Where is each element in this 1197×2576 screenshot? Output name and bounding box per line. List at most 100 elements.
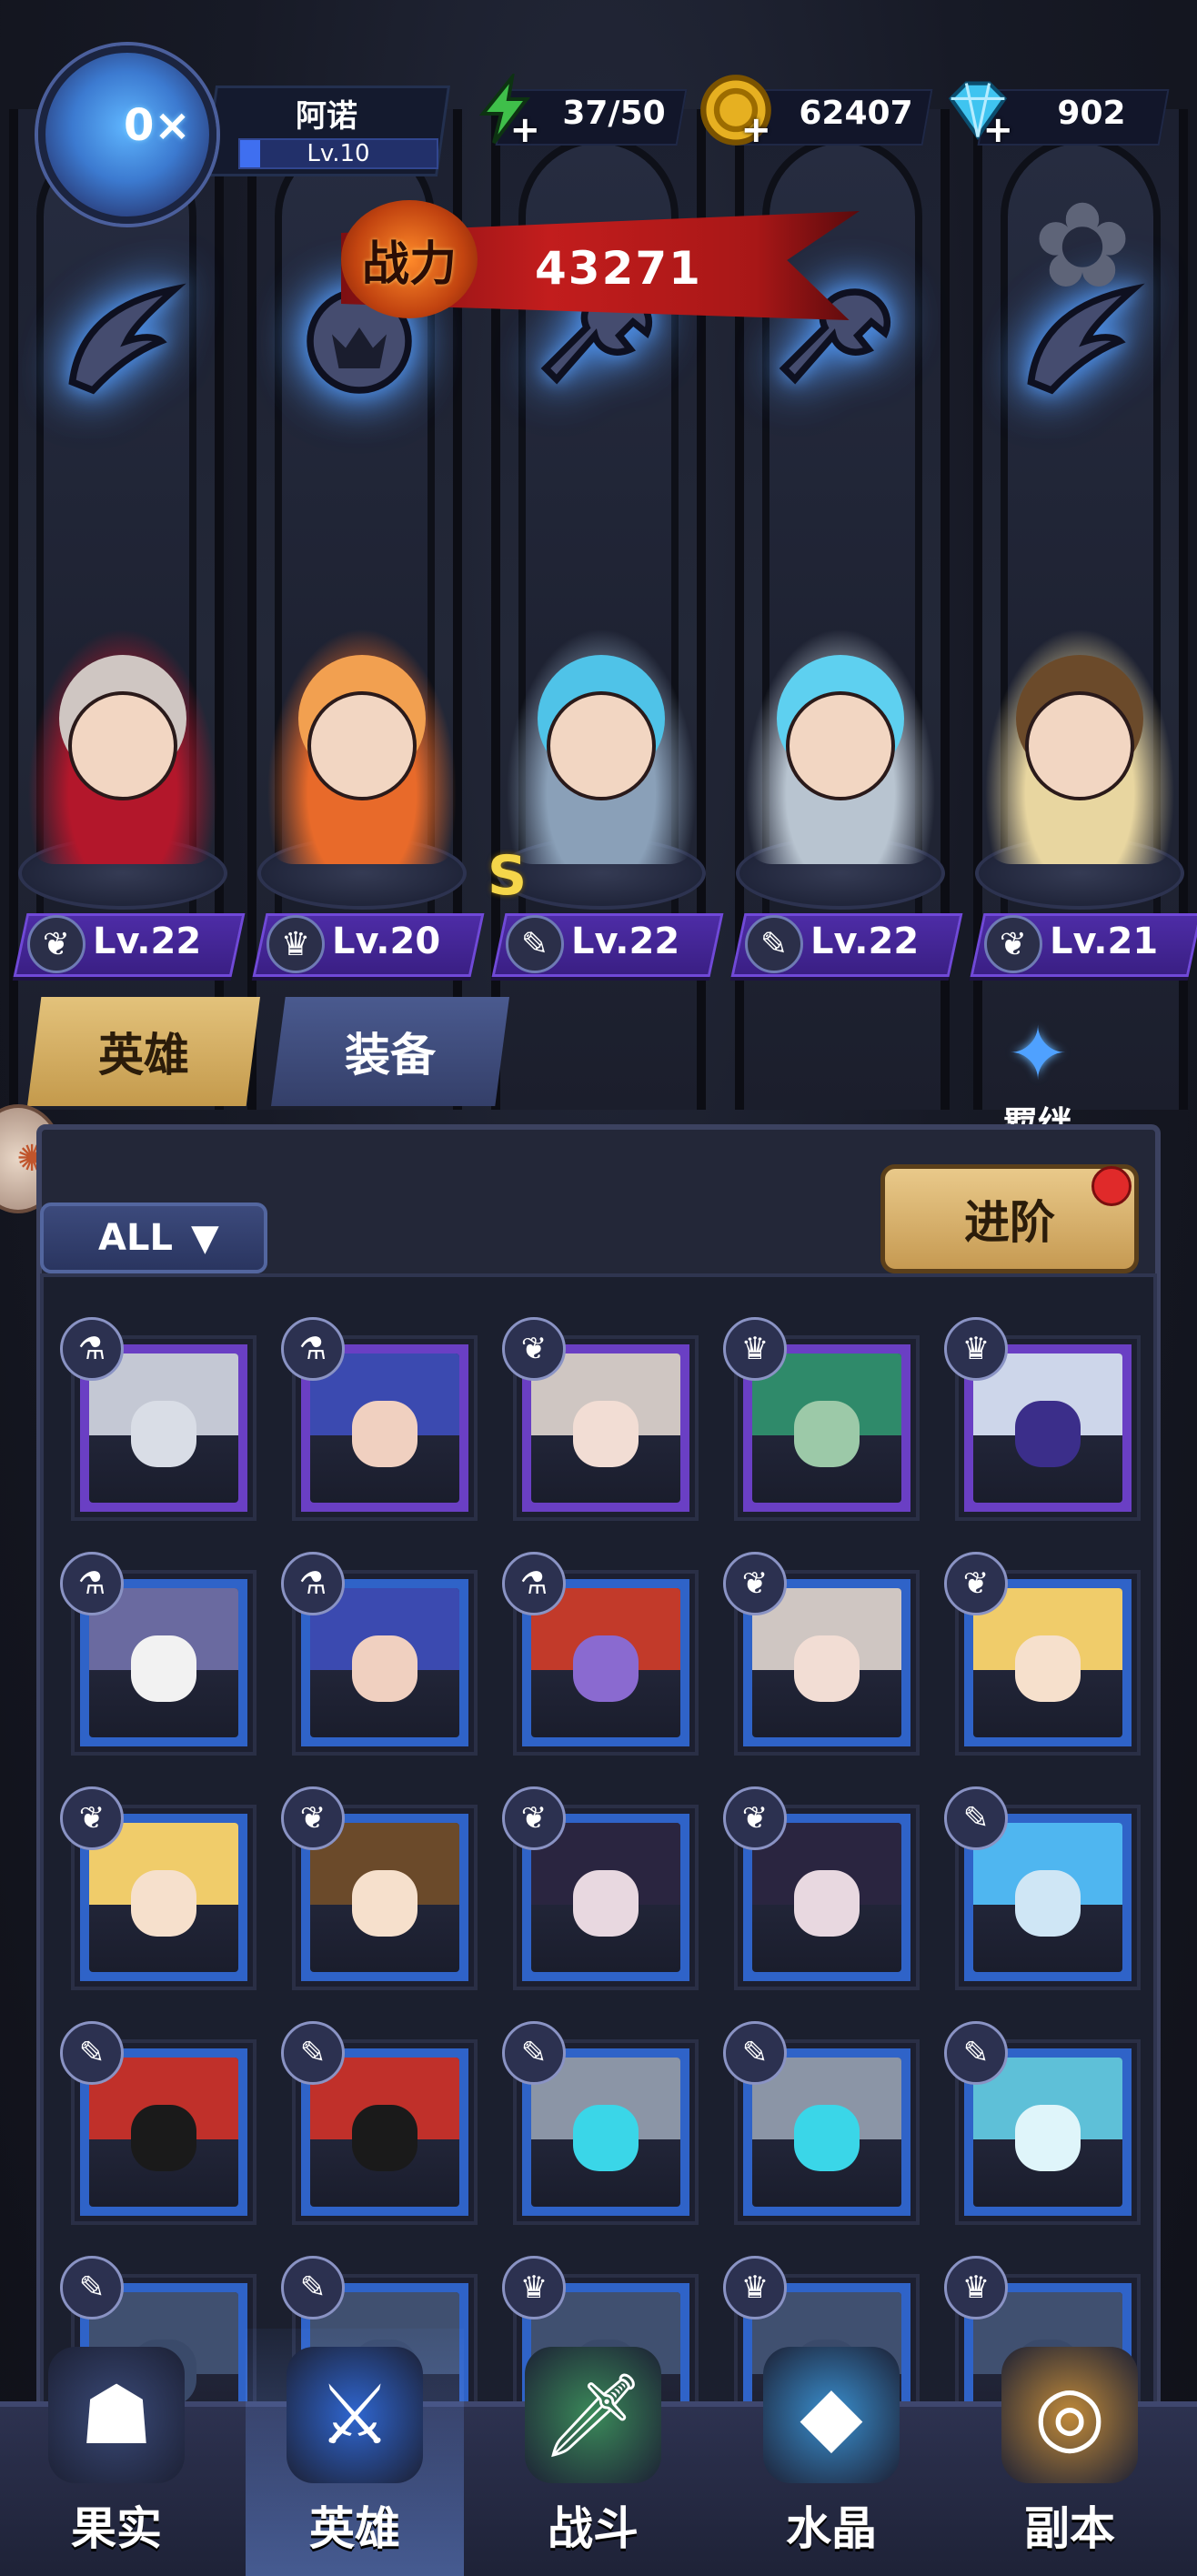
power-badge: 战力 [341,200,478,318]
hero-card[interactable]: ✎ [60,2021,253,2221]
nav-label: 果实 [71,2502,162,2555]
lineup-hero-4[interactable] [745,628,936,864]
tab-heroes[interactable]: 英雄 [27,997,260,1106]
hero-card[interactable]: ⚗ [502,1552,695,1752]
hero-portrait [89,2058,238,2207]
nav-item-hero-hat[interactable]: ⚔ 英雄 [246,2329,464,2576]
gems-value: 902 [1057,95,1126,132]
wrench-icon: ✎ [944,2021,1008,2085]
player-avatar[interactable]: 0× [38,45,216,224]
avatar-glyph: 0× [124,100,191,151]
chevron-down-icon: ▼ [190,1217,219,1259]
filter-dropdown[interactable]: ALL ▼ [40,1202,267,1273]
hero-screen: 0× 阿诺 Lv.10 + 37/50 + 62407 + 902 战力 432… [0,0,1197,2576]
gold-coin-icon[interactable]: + [695,69,777,151]
lineup-hero-1[interactable] [27,628,218,864]
rank-s-badge: S [488,844,528,908]
player-level: Lv.10 [307,140,370,167]
wrench-icon: ✎ [281,2021,345,2085]
hero-portrait [973,1353,1122,1503]
nav-label: 战斗 [548,2502,639,2555]
hero-portrait [531,1353,680,1503]
hero-portrait [786,691,895,800]
wrench-icon: ✎ [60,2256,124,2319]
nav-label: 副本 [1024,2502,1115,2555]
hero-portrait [89,1353,238,1503]
hero-level: Lv.20 [332,921,441,962]
hero-portrait [531,1588,680,1737]
lineup-hero-5[interactable] [984,628,1175,864]
portal-icon: ◎ [1001,2347,1138,2483]
hero-portrait [1025,691,1134,800]
hero-card[interactable]: ❦ [723,1786,916,1987]
wing-icon: ❦ [281,1786,345,1850]
hero-portrait [752,1823,901,1972]
hero-card[interactable]: ✎ [281,2021,474,2221]
hero-portrait [310,1588,459,1737]
hero-portrait [973,2058,1122,2207]
hero-portrait [310,1353,459,1503]
hero-card[interactable]: ⚗ [60,1317,253,1517]
beast-icon: ♛ [944,1317,1008,1381]
hero-card[interactable]: ✎ [944,2021,1137,2221]
hero-card[interactable]: ❦ [502,1786,695,1987]
hero-portrait [89,1823,238,1972]
hero-level: Lv.22 [93,921,202,962]
beast-icon: ♛ [502,2256,566,2319]
hero-portrait [752,1588,901,1737]
nav-label: 水晶 [786,2502,877,2555]
wing-icon: ❦ [60,1786,124,1850]
wing-icon: ❦ [723,1552,787,1615]
flask-icon: ⚗ [60,1552,124,1615]
hero-level: Lv.22 [810,921,920,962]
hero-card[interactable]: ⚗ [60,1552,253,1752]
hero-portrait [547,691,656,800]
hero-portrait [310,1823,459,1972]
tab-equipment[interactable]: 装备 [271,997,509,1106]
hero-card[interactable]: ❦ [723,1552,916,1752]
nav-item-portal[interactable]: ◎ 副本 [961,2329,1179,2576]
gold-value: 62407 [799,95,913,132]
flask-icon: ⚗ [281,1552,345,1615]
hero-portrait [307,691,417,800]
stamina-value: 37/50 [562,95,666,132]
wrench-icon: ✎ [723,2021,787,2085]
hero-hat-icon: ⚔ [287,2347,423,2483]
hero-portrait [973,1823,1122,1972]
lineup-hero-3[interactable] [506,628,697,864]
nav-item-sword[interactable]: 🗡 战斗 [484,2329,702,2576]
wing-emblem-icon [43,264,197,418]
notification-dot [1091,1166,1132,1206]
wing-icon: ❦ [502,1786,566,1850]
hero-portrait [89,1588,238,1737]
hero-card[interactable]: ⚗ [281,1317,474,1517]
hero-card[interactable]: ❦ [60,1786,253,1987]
diamond-icon[interactable]: + [937,69,1019,151]
hero-portrait [531,2058,680,2207]
wrench-icon: ✎ [281,2256,345,2319]
lightning-icon[interactable]: + [464,69,546,151]
lineup-hero-2[interactable] [267,628,458,864]
hero-portrait [531,1823,680,1972]
hero-card[interactable]: ♛ [944,1317,1137,1517]
nav-item-fruit[interactable]: ☗ 果实 [7,2329,226,2576]
hero-card[interactable]: ❦ [281,1786,474,1987]
hero-portrait [68,691,177,800]
hero-card[interactable]: ⚗ [281,1552,474,1752]
nav-item-crystal[interactable]: ◆ 水晶 [722,2329,940,2576]
hero-portrait [752,2058,901,2207]
hero-portrait [973,1588,1122,1737]
wrench-icon: ✎ [502,2021,566,2085]
hero-card[interactable]: ❦ [944,1552,1137,1752]
player-name: 阿诺 [296,98,357,135]
flask-icon: ⚗ [281,1317,345,1381]
hero-card[interactable]: ❦ [502,1317,695,1517]
hero-card[interactable]: ✎ [723,2021,916,2221]
hero-card[interactable]: ♛ [723,1317,916,1517]
settings-flower-icon[interactable]: ✿ [1019,182,1146,309]
wing-icon: ❦ [502,1317,566,1381]
hero-card[interactable]: ✎ [944,1786,1137,1987]
hero-level: Lv.21 [1050,921,1159,962]
flask-icon: ⚗ [60,1317,124,1381]
hero-card[interactable]: ✎ [502,2021,695,2221]
